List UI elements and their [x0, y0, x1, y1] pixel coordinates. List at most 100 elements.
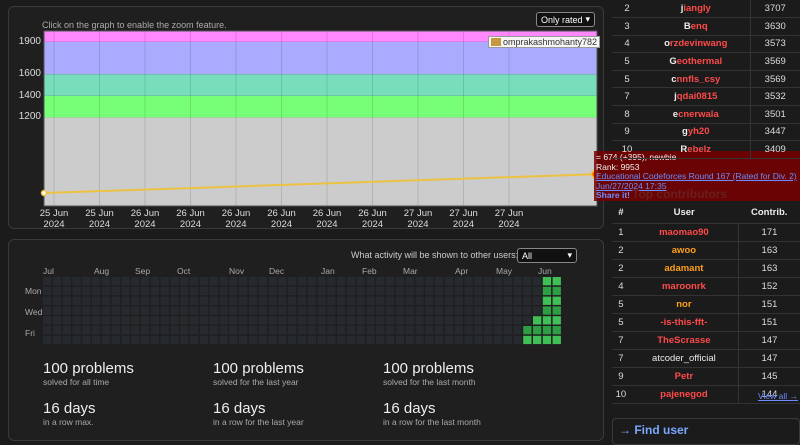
- user-handle-link[interactable]: jiangly: [642, 0, 750, 19]
- activity-cell[interactable]: [160, 335, 169, 345]
- activity-cell[interactable]: [346, 335, 356, 345]
- activity-cell[interactable]: [288, 286, 297, 296]
- activity-cell[interactable]: [258, 296, 267, 305]
- activity-cell[interactable]: [82, 326, 91, 335]
- activity-cell[interactable]: [395, 326, 405, 335]
- activity-cell[interactable]: [435, 306, 444, 315]
- activity-cell[interactable]: [190, 326, 199, 335]
- activity-cell[interactable]: [464, 306, 473, 315]
- activity-cell[interactable]: [405, 277, 414, 286]
- activity-cell[interactable]: [82, 306, 91, 315]
- activity-cell[interactable]: [454, 316, 463, 325]
- activity-cell[interactable]: [101, 306, 111, 315]
- activity-cell[interactable]: [444, 306, 454, 315]
- activity-cell[interactable]: [405, 316, 414, 325]
- activity-cell[interactable]: [376, 277, 385, 286]
- activity-cell[interactable]: [327, 277, 336, 286]
- activity-cell[interactable]: [219, 326, 228, 335]
- activity-cell[interactable]: [337, 306, 346, 315]
- activity-cell[interactable]: [248, 277, 258, 286]
- activity-cell[interactable]: [278, 296, 287, 305]
- activity-cell[interactable]: [101, 326, 111, 335]
- activity-cell[interactable]: [415, 296, 424, 305]
- activity-cell[interactable]: [386, 306, 395, 315]
- activity-cell[interactable]: [405, 326, 414, 335]
- activity-cell[interactable]: [444, 296, 454, 305]
- activity-cell[interactable]: [141, 326, 150, 335]
- activity-cell[interactable]: [513, 286, 522, 296]
- activity-cell[interactable]: [190, 316, 199, 325]
- activity-cell[interactable]: [356, 335, 365, 345]
- activity-cell[interactable]: [180, 326, 189, 335]
- activity-cell[interactable]: [72, 296, 81, 305]
- activity-cell[interactable]: [180, 296, 189, 305]
- activity-cell[interactable]: [52, 335, 62, 345]
- activity-cell[interactable]: [297, 296, 307, 305]
- activity-cell[interactable]: [327, 306, 336, 315]
- user-handle-link[interactable]: maroonrk: [629, 277, 739, 296]
- activity-cell[interactable]: [366, 316, 375, 325]
- activity-cell[interactable]: [62, 326, 71, 335]
- activity-cell[interactable]: [72, 286, 81, 296]
- user-handle-link[interactable]: -is-this-fft-: [629, 313, 739, 332]
- activity-cell[interactable]: [180, 277, 189, 286]
- activity-cell[interactable]: [513, 306, 522, 315]
- activity-cell[interactable]: [239, 326, 248, 335]
- activity-cell[interactable]: [425, 286, 434, 296]
- activity-cell[interactable]: [474, 296, 483, 305]
- activity-cell[interactable]: [435, 286, 444, 296]
- activity-cell[interactable]: [92, 296, 101, 305]
- activity-cell[interactable]: [121, 316, 130, 325]
- activity-cell[interactable]: [278, 306, 287, 315]
- activity-cell[interactable]: [337, 335, 346, 345]
- activity-cell[interactable]: [356, 326, 365, 335]
- activity-cell[interactable]: [533, 306, 542, 315]
- activity-cell[interactable]: [366, 286, 375, 296]
- activity-cell[interactable]: [150, 316, 160, 325]
- activity-cell[interactable]: [425, 306, 434, 315]
- activity-cell[interactable]: [209, 286, 218, 296]
- activity-cell[interactable]: [150, 277, 160, 286]
- activity-cell[interactable]: [395, 316, 405, 325]
- activity-cell[interactable]: [111, 316, 120, 325]
- activity-cell[interactable]: [121, 335, 130, 345]
- activity-cell[interactable]: [52, 296, 62, 305]
- activity-cell[interactable]: [395, 335, 405, 345]
- rating-point[interactable]: [40, 189, 48, 197]
- activity-cell[interactable]: [503, 316, 512, 325]
- activity-cell[interactable]: [386, 316, 395, 325]
- activity-cell[interactable]: [92, 277, 101, 286]
- activity-cell[interactable]: [258, 306, 267, 315]
- activity-cell[interactable]: [307, 296, 316, 305]
- activity-cell[interactable]: [199, 306, 209, 315]
- activity-cell[interactable]: [435, 326, 444, 335]
- activity-cell[interactable]: [327, 335, 336, 345]
- activity-cell[interactable]: [523, 335, 532, 345]
- activity-cell[interactable]: [258, 316, 267, 325]
- activity-cell[interactable]: [180, 316, 189, 325]
- activity-cell[interactable]: [435, 316, 444, 325]
- activity-cell[interactable]: [376, 316, 385, 325]
- activity-cell[interactable]: [503, 277, 512, 286]
- activity-cell[interactable]: [288, 277, 297, 286]
- activity-cell[interactable]: [513, 316, 522, 325]
- activity-cell[interactable]: [513, 277, 522, 286]
- activity-cell[interactable]: [141, 296, 150, 305]
- activity-cell[interactable]: [121, 326, 130, 335]
- activity-cell[interactable]: [248, 306, 258, 315]
- activity-cell[interactable]: [493, 286, 503, 296]
- activity-cell[interactable]: [52, 306, 62, 315]
- activity-cell[interactable]: [493, 296, 503, 305]
- activity-cell[interactable]: [376, 306, 385, 315]
- user-handle-link[interactable]: adamant: [629, 259, 739, 278]
- activity-cell[interactable]: [425, 326, 434, 335]
- activity-cell[interactable]: [141, 286, 150, 296]
- activity-cell[interactable]: [190, 296, 199, 305]
- activity-cell[interactable]: [337, 286, 346, 296]
- activity-cell[interactable]: [415, 316, 424, 325]
- activity-cell[interactable]: [513, 326, 522, 335]
- activity-cell[interactable]: [366, 296, 375, 305]
- activity-cell[interactable]: [493, 335, 503, 345]
- activity-cell[interactable]: [405, 296, 414, 305]
- activity-cell[interactable]: [474, 286, 483, 296]
